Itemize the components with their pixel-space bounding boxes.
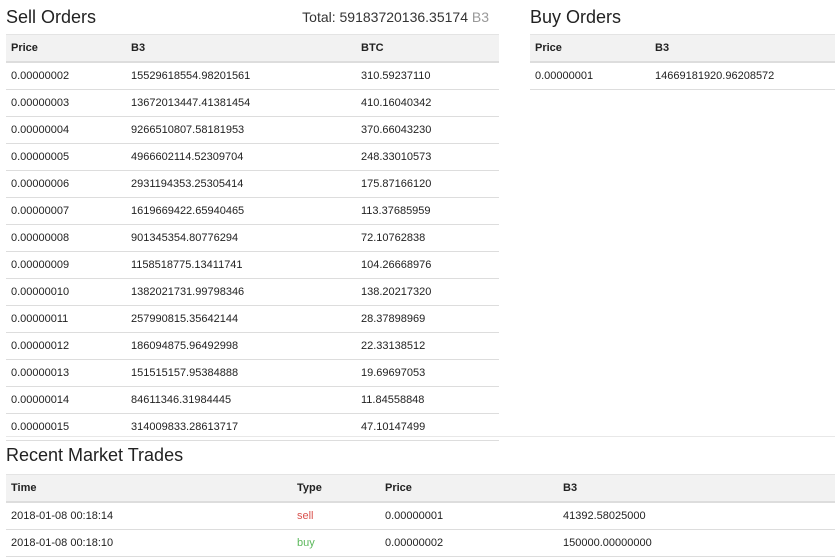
b3-amount-cell: 2931194353.25305414 [126, 170, 356, 198]
column-header-time[interactable]: Time [6, 474, 292, 503]
recent-trades-title: Recent Market Trades [6, 445, 184, 465]
b3-amount-cell: 1619669422.65940465 [126, 197, 356, 225]
btc-amount-cell: 22.33138512 [356, 332, 499, 360]
sell-order-row[interactable]: 0.00000012 186094875.96492998 22.33138512 [6, 332, 499, 360]
trade-row[interactable]: 2018-01-08 00:18:10 buy 0.00000002 150000.0… [6, 529, 835, 557]
column-header-b3[interactable]: B3 [126, 34, 356, 63]
price-cell: 0.00000002 [380, 529, 558, 557]
sell-order-row[interactable]: 0.00000011 257990815.35642144 28.37898969 [6, 305, 499, 333]
b3-amount-cell: 84611346.31984445 [126, 386, 356, 414]
b3-amount-cell: 1382021731.99798346 [126, 278, 356, 306]
price-cell: 0.00000010 [6, 278, 126, 306]
btc-amount-cell: 370.66043230 [356, 116, 499, 144]
price-cell: 0.00000008 [6, 224, 126, 252]
btc-amount-cell: 113.37685959 [356, 197, 499, 225]
price-cell: 0.00000009 [6, 251, 126, 279]
sell-orders-table: Price B3 BTC 0.00000002 15529618554.98201… [6, 34, 499, 441]
b3-amount-cell: 186094875.96492998 [126, 332, 356, 360]
b3-amount-cell: 13672013447.41381454 [126, 89, 356, 117]
btc-amount-cell: 104.26668976 [356, 251, 499, 279]
column-header-price[interactable]: Price [380, 474, 558, 503]
sell-order-row[interactable]: 0.00000009 1158518775.13411741 104.2666897… [6, 251, 499, 279]
recent-trades-panel: Recent Market Trades Time Type Price B3 … [6, 445, 835, 557]
price-cell: 0.00000013 [6, 359, 126, 387]
btc-amount-cell: 248.33010573 [356, 143, 499, 171]
column-header-b3[interactable]: B3 [650, 34, 835, 63]
sell-total: Total: 59183720136.35174 B3 [302, 9, 489, 25]
buy-orders-panel: Buy Orders Price B3 0.00000001 1466918192… [530, 4, 835, 90]
price-cell: 0.00000014 [6, 386, 126, 414]
type-cell: sell [292, 502, 380, 530]
b3-amount-cell: 901345354.80776294 [126, 224, 356, 252]
buy-orders-title: Buy Orders [530, 6, 622, 27]
sell-order-row[interactable]: 0.00000010 1382021731.99798346 138.2021732… [6, 278, 499, 306]
sell-orders-title: Sell Orders [6, 6, 97, 27]
buy-order-row[interactable]: 0.00000001 14669181920.96208572 [530, 62, 835, 90]
recent-trades-header-row: Time Type Price B3 [6, 474, 835, 503]
b3-amount-cell: 150000.00000000 [558, 529, 835, 557]
price-cell: 0.00000002 [6, 62, 126, 90]
column-header-price[interactable]: Price [6, 34, 126, 63]
section-divider [6, 436, 835, 437]
sell-total-value: Total: 59183720136.35174 [302, 9, 468, 25]
sell-order-row[interactable]: 0.00000003 13672013447.41381454 410.160403… [6, 89, 499, 117]
orderbook-page: Sell Orders Total: 59183720136.35174 B3 … [0, 0, 835, 558]
recent-trades-table: Time Type Price B3 2018-01-08 00:18:14 se… [6, 474, 835, 557]
column-header-type[interactable]: Type [292, 474, 380, 503]
b3-amount-cell: 1158518775.13411741 [126, 251, 356, 279]
time-cell: 2018-01-08 00:18:10 [6, 529, 292, 557]
price-cell: 0.00000007 [6, 197, 126, 225]
b3-amount-cell: 9266510807.58181953 [126, 116, 356, 144]
sell-order-row[interactable]: 0.00000002 15529618554.98201561 310.592371… [6, 62, 499, 90]
b3-amount-cell: 15529618554.98201561 [126, 62, 356, 90]
b3-amount-cell: 4966602114.52309704 [126, 143, 356, 171]
btc-amount-cell: 28.37898969 [356, 305, 499, 333]
btc-amount-cell: 72.10762838 [356, 224, 499, 252]
price-cell: 0.00000001 [530, 62, 650, 90]
price-cell: 0.00000001 [380, 502, 558, 530]
column-header-b3[interactable]: B3 [558, 474, 835, 503]
price-cell: 0.00000011 [6, 305, 126, 333]
trade-row[interactable]: 2018-01-08 00:18:14 sell 0.00000001 41392.5… [6, 502, 835, 530]
price-cell: 0.00000003 [6, 89, 126, 117]
sell-orders-panel: Sell Orders Total: 59183720136.35174 B3 … [6, 4, 499, 441]
price-cell: 0.00000012 [6, 332, 126, 360]
btc-amount-cell: 138.20217320 [356, 278, 499, 306]
btc-amount-cell: 310.59237110 [356, 62, 499, 90]
buy-orders-header: Buy Orders [530, 4, 835, 30]
price-cell: 0.00000004 [6, 116, 126, 144]
type-cell: buy [292, 529, 380, 557]
btc-amount-cell: 11.84558848 [356, 386, 499, 414]
price-cell: 0.00000005 [6, 143, 126, 171]
buy-orders-table: Price B3 0.00000001 14669181920.96208572 [530, 34, 835, 90]
sell-total-unit: B3 [471, 9, 489, 25]
sell-order-row[interactable]: 0.00000007 1619669422.65940465 113.3768595… [6, 197, 499, 225]
btc-amount-cell: 175.87166120 [356, 170, 499, 198]
sell-order-row[interactable]: 0.00000005 4966602114.52309704 248.3301057… [6, 143, 499, 171]
btc-amount-cell: 410.16040342 [356, 89, 499, 117]
btc-amount-cell: 19.69697053 [356, 359, 499, 387]
column-header-price[interactable]: Price [530, 34, 650, 63]
price-cell: 0.00000006 [6, 170, 126, 198]
sell-orders-header: Sell Orders Total: 59183720136.35174 B3 [6, 4, 499, 30]
buy-orders-header-row: Price B3 [530, 34, 835, 63]
sell-order-row[interactable]: 0.00000014 84611346.31984445 11.84558848 [6, 386, 499, 414]
sell-order-row[interactable]: 0.00000008 901345354.80776294 72.10762838 [6, 224, 499, 252]
b3-amount-cell: 41392.58025000 [558, 502, 835, 530]
column-header-btc[interactable]: BTC [356, 34, 499, 63]
sell-order-row[interactable]: 0.00000004 9266510807.58181953 370.6604323… [6, 116, 499, 144]
b3-amount-cell: 151515157.95384888 [126, 359, 356, 387]
sell-orders-header-row: Price B3 BTC [6, 34, 499, 63]
b3-amount-cell: 257990815.35642144 [126, 305, 356, 333]
b3-amount-cell: 14669181920.96208572 [650, 62, 835, 90]
sell-order-row[interactable]: 0.00000013 151515157.95384888 19.69697053 [6, 359, 499, 387]
sell-order-row[interactable]: 0.00000006 2931194353.25305414 175.8716612… [6, 170, 499, 198]
time-cell: 2018-01-08 00:18:14 [6, 502, 292, 530]
